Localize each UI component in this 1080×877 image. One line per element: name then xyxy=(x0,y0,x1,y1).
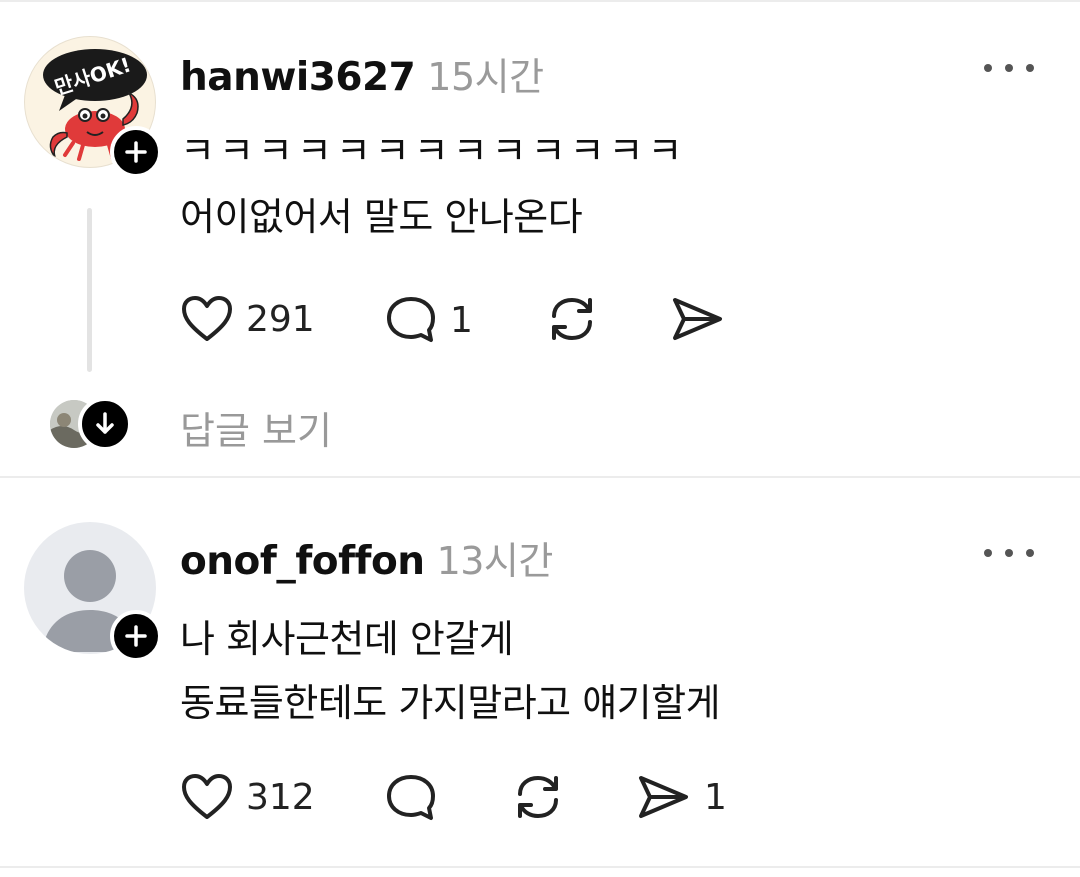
follow-button[interactable] xyxy=(110,126,162,178)
username-text[interactable]: onof_foffon xyxy=(180,539,425,584)
more-dot xyxy=(1026,549,1034,557)
comment-button[interactable] xyxy=(384,772,438,824)
post-time: 13시간 xyxy=(436,539,554,583)
like-button[interactable]: 291 xyxy=(180,294,315,344)
share-count: 1 xyxy=(704,776,727,818)
divider xyxy=(0,866,1080,868)
repost-icon xyxy=(552,297,592,341)
comment-bubble-icon xyxy=(387,297,435,342)
divider xyxy=(0,0,1080,2)
plus-icon xyxy=(125,625,147,647)
post-text-line-2: 동료들한테도 가지말라고 얘기할게 xyxy=(180,681,721,725)
threads-feed: 만사OK! hanwi3627 15시간 ㅋㅋㅋㅋㅋㅋㅋㅋㅋㅋㅋㅋㅋ 어이없어서… xyxy=(0,0,1080,877)
post-text-line-1: 나 회사근천데 안갈게 xyxy=(180,617,514,661)
more-dot xyxy=(1026,64,1034,72)
share-button[interactable]: 1 xyxy=(636,772,727,822)
send-icon xyxy=(673,298,722,340)
username[interactable]: hanwi3627 15시간 xyxy=(180,46,544,101)
more-dot xyxy=(1005,549,1013,557)
arrow-down-icon xyxy=(96,412,114,434)
follow-button[interactable] xyxy=(110,610,162,662)
more-options-button[interactable] xyxy=(984,543,1034,563)
plus-icon xyxy=(125,141,147,163)
like-count: 291 xyxy=(246,298,315,340)
like-count: 312 xyxy=(246,776,315,818)
repost-icon xyxy=(518,775,558,819)
divider xyxy=(0,476,1080,478)
heart-icon xyxy=(182,296,232,341)
comment-count: 1 xyxy=(450,299,473,341)
post-time: 15시간 xyxy=(427,55,544,99)
expand-replies-button[interactable] xyxy=(78,397,132,451)
post-text-line-1: ㅋㅋㅋㅋㅋㅋㅋㅋㅋㅋㅋㅋㅋ xyxy=(180,129,687,173)
share-button[interactable] xyxy=(670,294,726,344)
username-text[interactable]: hanwi3627 xyxy=(180,55,416,100)
comment-bubble-icon xyxy=(387,775,435,820)
more-dot xyxy=(1005,64,1013,72)
post-text-line-2: 어이없어서 말도 안나온다 xyxy=(180,195,583,239)
send-icon xyxy=(639,776,688,818)
comment-button[interactable]: 1 xyxy=(384,294,473,346)
like-button[interactable]: 312 xyxy=(180,772,315,822)
username[interactable]: onof_foffon 13시간 xyxy=(180,530,553,585)
more-options-icon xyxy=(984,64,992,72)
repost-button[interactable] xyxy=(510,770,566,824)
more-options-icon xyxy=(984,549,992,557)
view-replies-link[interactable]: 답글 보기 xyxy=(180,400,332,455)
heart-icon xyxy=(182,774,232,819)
thread-line xyxy=(87,208,92,372)
more-options-button[interactable] xyxy=(984,58,1034,78)
repost-button[interactable] xyxy=(544,292,600,346)
